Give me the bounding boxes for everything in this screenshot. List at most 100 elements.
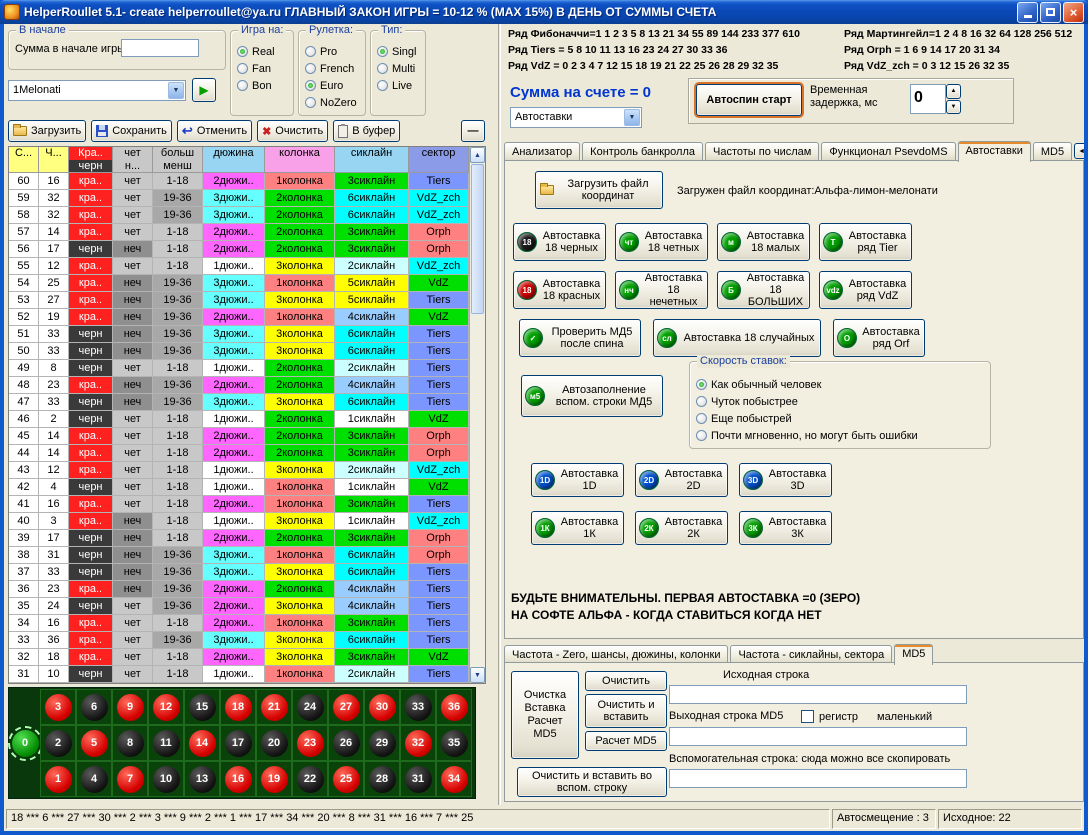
table-row[interactable]: 3917черннеч1-182дюжи..2колонка3сиклайнOr… [9, 530, 469, 547]
table-row[interactable]: 4733черннеч19-363дюжи..3колонка6сиклайнT… [9, 394, 469, 411]
table-row[interactable]: 5617черннеч1-182дюжи..2колонка3сиклайнOr… [9, 241, 469, 258]
run-profile-button[interactable]: ▶ [192, 78, 216, 102]
board-number-26[interactable]: 26 [328, 725, 364, 761]
radio-option[interactable]: French [305, 60, 363, 77]
board-zero-cell[interactable]: 0 [10, 689, 40, 797]
radio-option[interactable]: Fan [237, 60, 291, 77]
autobet-button[interactable]: 1КАвтоставка 1К [531, 511, 624, 545]
autobet-button[interactable]: 18Автоставка 18 черных [513, 223, 606, 261]
table-row[interactable]: 5219кра..неч19-362дюжи..1колонка4сиклайн… [9, 309, 469, 326]
board-number-9[interactable]: 9 [112, 689, 148, 725]
board-number-14[interactable]: 14 [184, 725, 220, 761]
save-button[interactable]: Сохранить [91, 120, 172, 142]
table-row[interactable]: 5425кра..неч19-363дюжи..1колонка5сиклайн… [9, 275, 469, 292]
board-number-23[interactable]: 23 [292, 725, 328, 761]
board-number-3[interactable]: 3 [40, 689, 76, 725]
board-number-11[interactable]: 11 [148, 725, 184, 761]
board-number-29[interactable]: 29 [364, 725, 400, 761]
tab-psevdoms[interactable]: Функционал PsevdoMS [821, 142, 955, 161]
table-row[interactable]: 4514кра..чет1-182дюжи..2колонка3сиклайнO… [9, 428, 469, 445]
board-number-28[interactable]: 28 [364, 761, 400, 797]
tab-scroll-left-icon[interactable]: ◄ [1074, 143, 1084, 159]
radio-option[interactable]: NoZero [305, 94, 363, 111]
table-row[interactable]: 4116кра..чет1-182дюжи..1колонка3сиклайнT… [9, 496, 469, 513]
col-header-sixline[interactable]: сиклайн [335, 147, 409, 173]
autobet-button[interactable]: мАвтоставка 18 малых [717, 223, 810, 261]
board-number-0[interactable]: 0 [12, 730, 39, 757]
board-number-15[interactable]: 15 [184, 689, 220, 725]
tab-md5-bottom[interactable]: MD5 [894, 644, 933, 665]
autobet-button[interactable]: 1DАвтоставка 1D [531, 463, 624, 497]
autobet-button[interactable]: БАвтоставка 18 БОЛЬШИХ [717, 271, 810, 309]
minimize-button[interactable] [1017, 2, 1038, 23]
autobet-button[interactable]: ✓Проверить МД5 после спина [519, 319, 641, 357]
radio-option[interactable]: Singl [377, 43, 423, 60]
to-buffer-button[interactable]: В буфер [333, 120, 400, 142]
tab-md5[interactable]: MD5 [1033, 142, 1072, 161]
radio-option[interactable]: Real [237, 43, 291, 60]
autobet-button[interactable]: чтАвтоставка 18 четных [615, 223, 708, 261]
autobet-button[interactable]: нчАвтоставка 18 нечетных [615, 271, 708, 309]
board-number-35[interactable]: 35 [436, 725, 472, 761]
board-number-21[interactable]: 21 [256, 689, 292, 725]
board-number-25[interactable]: 25 [328, 761, 364, 797]
maximize-button[interactable] [1040, 2, 1061, 23]
table-row[interactable]: 5133черннеч19-363дюжи..3колонка6сиклайнT… [9, 326, 469, 343]
table-row[interactable]: 3831черннеч19-363дюжи..1колонка6сиклайнO… [9, 547, 469, 564]
board-number-12[interactable]: 12 [148, 689, 184, 725]
board-number-24[interactable]: 24 [292, 689, 328, 725]
autospin-start-button[interactable]: Автоспин старт [696, 84, 802, 116]
board-number-8[interactable]: 8 [112, 725, 148, 761]
board-number-4[interactable]: 4 [76, 761, 112, 797]
board-number-2[interactable]: 2 [40, 725, 76, 761]
table-row[interactable]: 3416кра..чет1-182дюжи..1колонка3сиклайнT… [9, 615, 469, 632]
autobets-select[interactable]: Автоставки ▼ [510, 107, 642, 128]
table-row[interactable]: 3336кра..чет19-363дюжи..3колонка6сиклайн… [9, 632, 469, 649]
radio-option[interactable]: Почти мгновенно, но могут быть ошибки [696, 427, 988, 444]
register-checkbox[interactable] [801, 710, 814, 723]
table-row[interactable]: 3623кра..неч19-362дюжи..2колонка4сиклайн… [9, 581, 469, 598]
start-sum-input[interactable] [121, 39, 199, 57]
undo-button[interactable]: ↩Отменить [177, 120, 252, 142]
board-number-20[interactable]: 20 [256, 725, 292, 761]
table-row[interactable]: 5714кра..чет1-182дюжи..2колонка3сиклайнO… [9, 224, 469, 241]
autobet-button[interactable]: OАвтоставка ряд Orf [833, 319, 925, 357]
tab-frequencies[interactable]: Частоты по числам [705, 142, 819, 161]
autofill-md5-button[interactable]: м5 Автозаполнение вспом. строки МД5 [521, 375, 663, 417]
scroll-up-icon[interactable]: ▲ [470, 147, 485, 163]
board-number-13[interactable]: 13 [184, 761, 220, 797]
table-row[interactable]: 3524чернчет19-362дюжи..3колонка4сиклайнT… [9, 598, 469, 615]
chevron-down-icon[interactable]: ▼ [624, 109, 640, 126]
minus-button[interactable]: — [461, 120, 485, 142]
board-number-1[interactable]: 1 [40, 761, 76, 797]
table-row[interactable]: 5932кра..чет19-363дюжи..2колонка6сиклайн… [9, 190, 469, 207]
delay-input[interactable]: 0 [910, 84, 946, 114]
tab-analyzer[interactable]: Анализатор [504, 142, 580, 161]
table-row[interactable]: 6016кра..чет1-182дюжи..1колонка3сиклайнT… [9, 173, 469, 190]
scroll-down-icon[interactable]: ▼ [470, 667, 485, 683]
autobet-button[interactable]: 2КАвтоставка 2К [635, 511, 728, 545]
table-scrollbar[interactable]: ▲ ▼ [469, 147, 485, 683]
radio-option[interactable]: Multi [377, 60, 423, 77]
table-row[interactable]: 403кра..неч1-181дюжи..3колонка1сиклайнVd… [9, 513, 469, 530]
board-number-27[interactable]: 27 [328, 689, 364, 725]
col-header-sector[interactable]: сектор [409, 147, 469, 173]
table-row[interactable]: 498чернчет1-181дюжи..2колонка2сиклайнTie… [9, 360, 469, 377]
md5-calc-button[interactable]: Расчет MD5 [585, 731, 667, 751]
aux-string-input[interactable] [669, 769, 967, 788]
autobet-button[interactable]: vdzАвтоставка ряд VdZ [819, 271, 912, 309]
col-header-range[interactable]: большменш [153, 147, 203, 173]
col-header-number[interactable]: Ч... [39, 147, 69, 173]
autobet-button[interactable]: 3КАвтоставка 3К [739, 511, 832, 545]
tab-bankroll[interactable]: Контроль банкролла [582, 142, 703, 161]
board-number-19[interactable]: 19 [256, 761, 292, 797]
chevron-down-icon[interactable]: ▼ [168, 82, 184, 99]
table-row[interactable]: 424чернчет1-181дюжи..1колонка1сиклайнVdZ [9, 479, 469, 496]
table-row[interactable]: 5033черннеч19-363дюжи..3колонка6сиклайнT… [9, 343, 469, 360]
stepper-down-icon[interactable]: ▼ [946, 100, 961, 115]
autobet-button[interactable]: 2DАвтоставка 2D [635, 463, 728, 497]
table-row[interactable]: 5512кра..чет1-181дюжи..3колонка2сиклайнV… [9, 258, 469, 275]
board-number-22[interactable]: 22 [292, 761, 328, 797]
table-row[interactable]: 4414кра..чет1-182дюжи..2колонка3сиклайнO… [9, 445, 469, 462]
autobet-button[interactable]: TАвтоставка ряд Tier [819, 223, 912, 261]
